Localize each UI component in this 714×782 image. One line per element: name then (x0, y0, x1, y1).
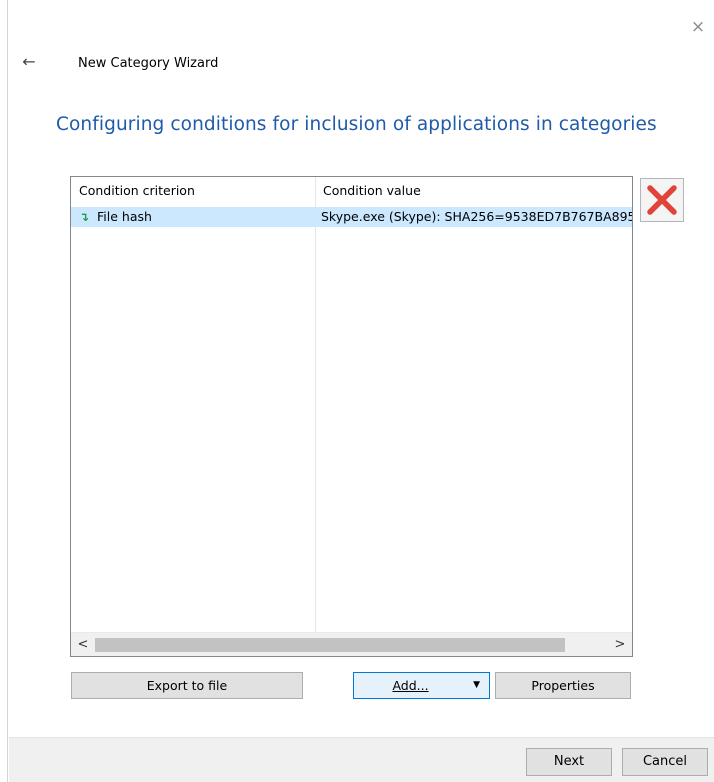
window-left-edge (0, 0, 8, 782)
delete-condition-button[interactable] (640, 178, 684, 222)
column-header-criterion[interactable]: Condition criterion (71, 177, 315, 205)
column-divider (315, 177, 316, 633)
value-cell: Skype.exe (Skype): SHA256=9538ED7B767BA8… (321, 209, 632, 224)
add-button-label: Add... (392, 678, 429, 693)
list-header: Condition criterion Condition value (71, 177, 632, 205)
export-to-file-button[interactable]: Export to file (71, 672, 303, 699)
cancel-button[interactable]: Cancel (622, 748, 708, 776)
scroll-right-button[interactable]: > (610, 633, 630, 656)
green-arrow-icon: ↴ (79, 210, 90, 224)
wizard-title: New Category Wizard (78, 56, 219, 71)
conditions-list[interactable]: Condition criterion Condition value ↴ Fi… (70, 176, 633, 657)
scroll-thumb[interactable] (95, 638, 565, 652)
criterion-text: File hash (97, 209, 152, 224)
scroll-left-button[interactable]: < (73, 633, 93, 656)
dropdown-caret-icon[interactable]: ▼ (473, 673, 480, 698)
close-icon[interactable]: × (686, 16, 710, 38)
red-x-icon (647, 185, 677, 215)
column-header-value[interactable]: Condition value (315, 177, 632, 205)
table-row[interactable]: ↴ File hash Skype.exe (Skype): SHA256=95… (71, 207, 632, 227)
criterion-cell: ↴ File hash (71, 207, 315, 227)
horizontal-scrollbar[interactable]: < > (71, 632, 632, 656)
next-button[interactable]: Next (526, 748, 612, 776)
back-arrow-icon[interactable]: ← (18, 52, 40, 72)
properties-button[interactable]: Properties (495, 672, 631, 699)
page-title: Configuring conditions for inclusion of … (56, 114, 657, 135)
add-button[interactable]: Add... ▼ (353, 672, 490, 699)
